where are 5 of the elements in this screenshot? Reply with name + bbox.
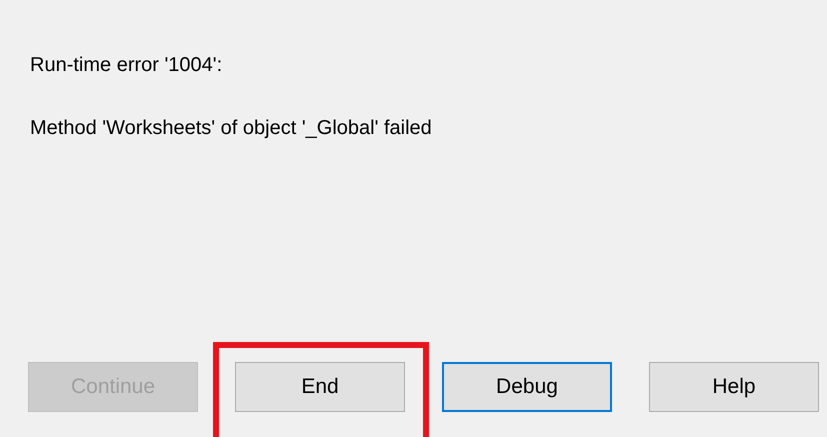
dialog-button[interactable]: Debug xyxy=(442,362,612,412)
dialog-button[interactable]: End xyxy=(235,362,405,412)
error-title: Run-time error '1004': xyxy=(30,53,224,78)
dialog-button[interactable]: Help xyxy=(649,362,819,412)
error-message: Method 'Worksheets' of object '_Global' failed xyxy=(30,116,433,141)
